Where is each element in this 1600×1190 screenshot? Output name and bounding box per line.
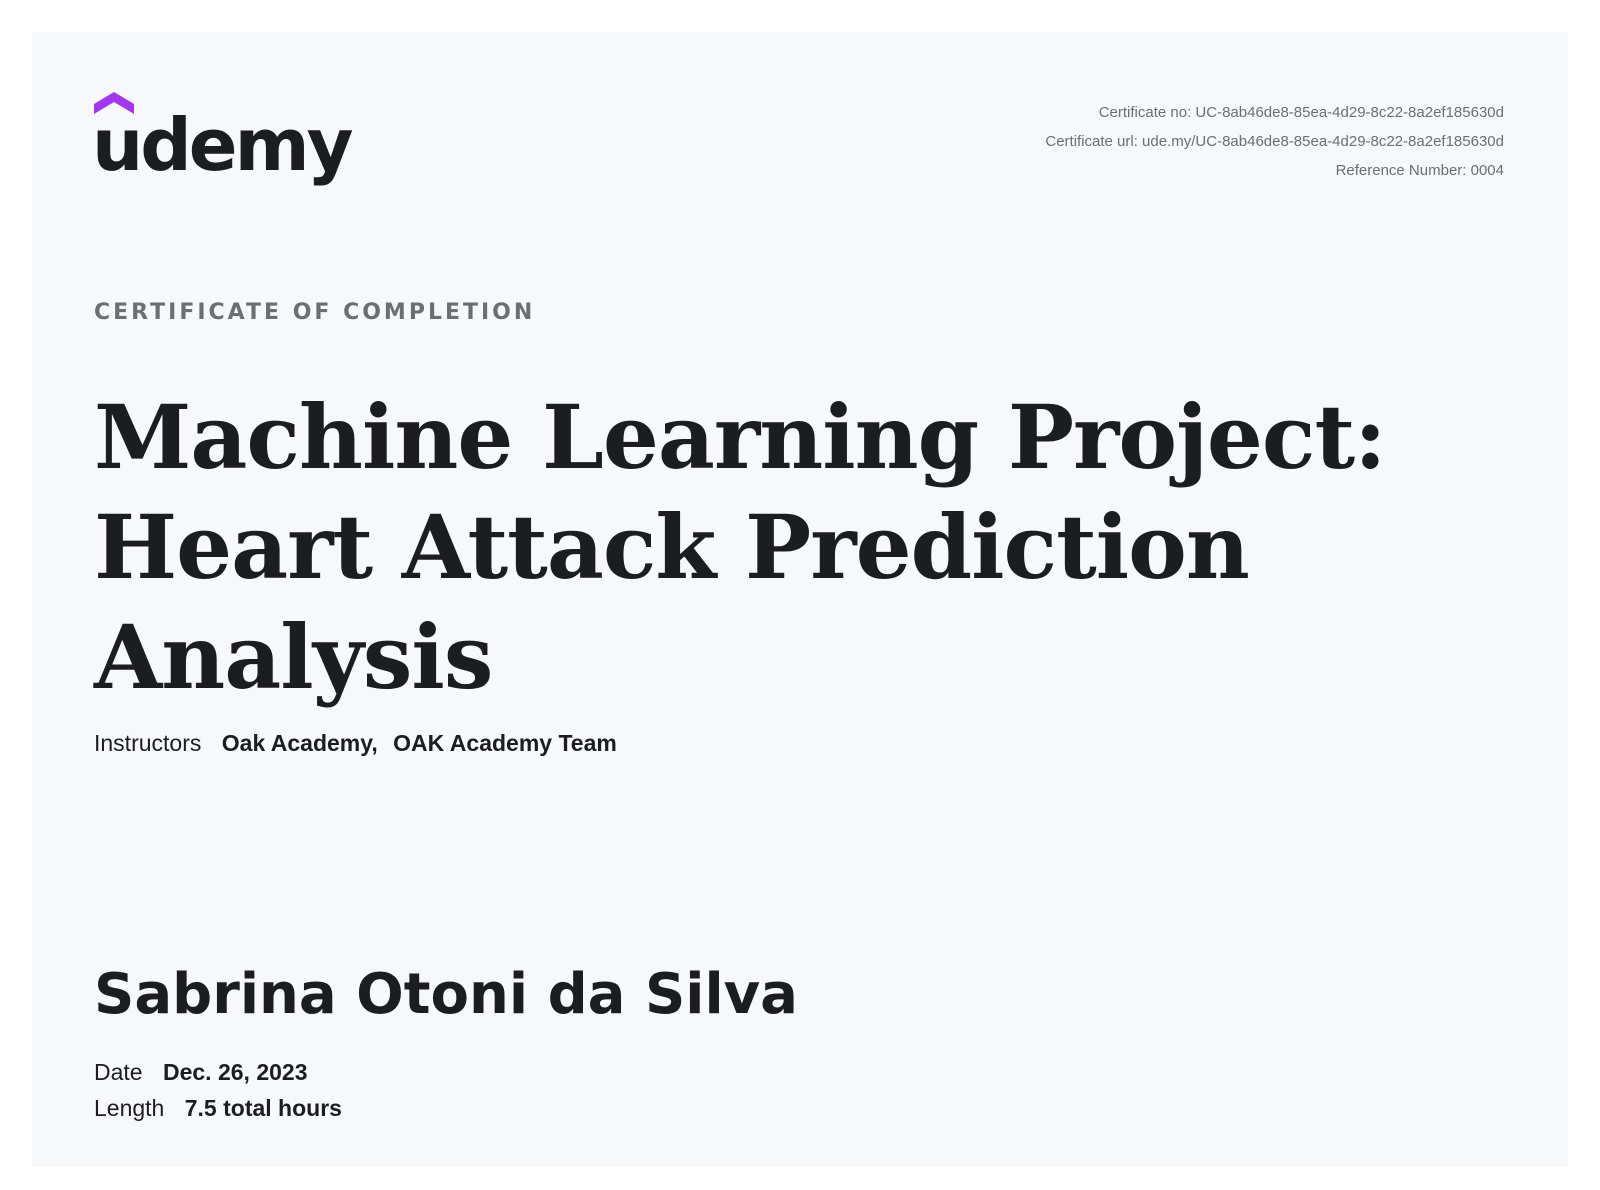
- date-value: Dec. 26, 2023: [162, 1059, 308, 1085]
- instructor-separator: ,: [371, 730, 378, 756]
- instructor-name: OAK Academy Team: [393, 730, 617, 756]
- reference-number: Reference Number: 0004: [1335, 162, 1504, 179]
- length-value: 7.5 total hours: [184, 1095, 342, 1121]
- certificate-meta: Certificate no: UC-8ab46de8-85ea-4d29-8c…: [1045, 98, 1504, 185]
- instructor-name: Oak Academy: [221, 730, 372, 756]
- instructors-label: Instructors: [94, 730, 202, 756]
- certificate-page: udemy Certificate no: UC-8ab46de8-85ea-4…: [32, 32, 1568, 1167]
- certificate-eyebrow: CERTIFICATE OF COMPLETION: [94, 300, 536, 325]
- length-label: Length: [94, 1095, 165, 1121]
- certificate-number: Certificate no: UC-8ab46de8-85ea-4d29-8c…: [1098, 104, 1504, 121]
- logo-wordmark: udemy: [94, 103, 353, 187]
- udemy-logo: udemy: [94, 92, 354, 192]
- date-line: Date Dec. 26, 2023: [94, 1059, 308, 1086]
- course-title: Machine Learning Project: Heart Attack P…: [94, 385, 1387, 709]
- certificate-url: Certificate url: ude.my/UC-8ab46de8-85ea…: [1045, 133, 1504, 150]
- date-label: Date: [94, 1059, 143, 1085]
- recipient-name: Sabrina Otoni da Silva: [94, 962, 798, 1027]
- instructors-line: Instructors Oak Academy, OAK Academy Tea…: [94, 730, 617, 757]
- length-line: Length 7.5 total hours: [94, 1095, 342, 1122]
